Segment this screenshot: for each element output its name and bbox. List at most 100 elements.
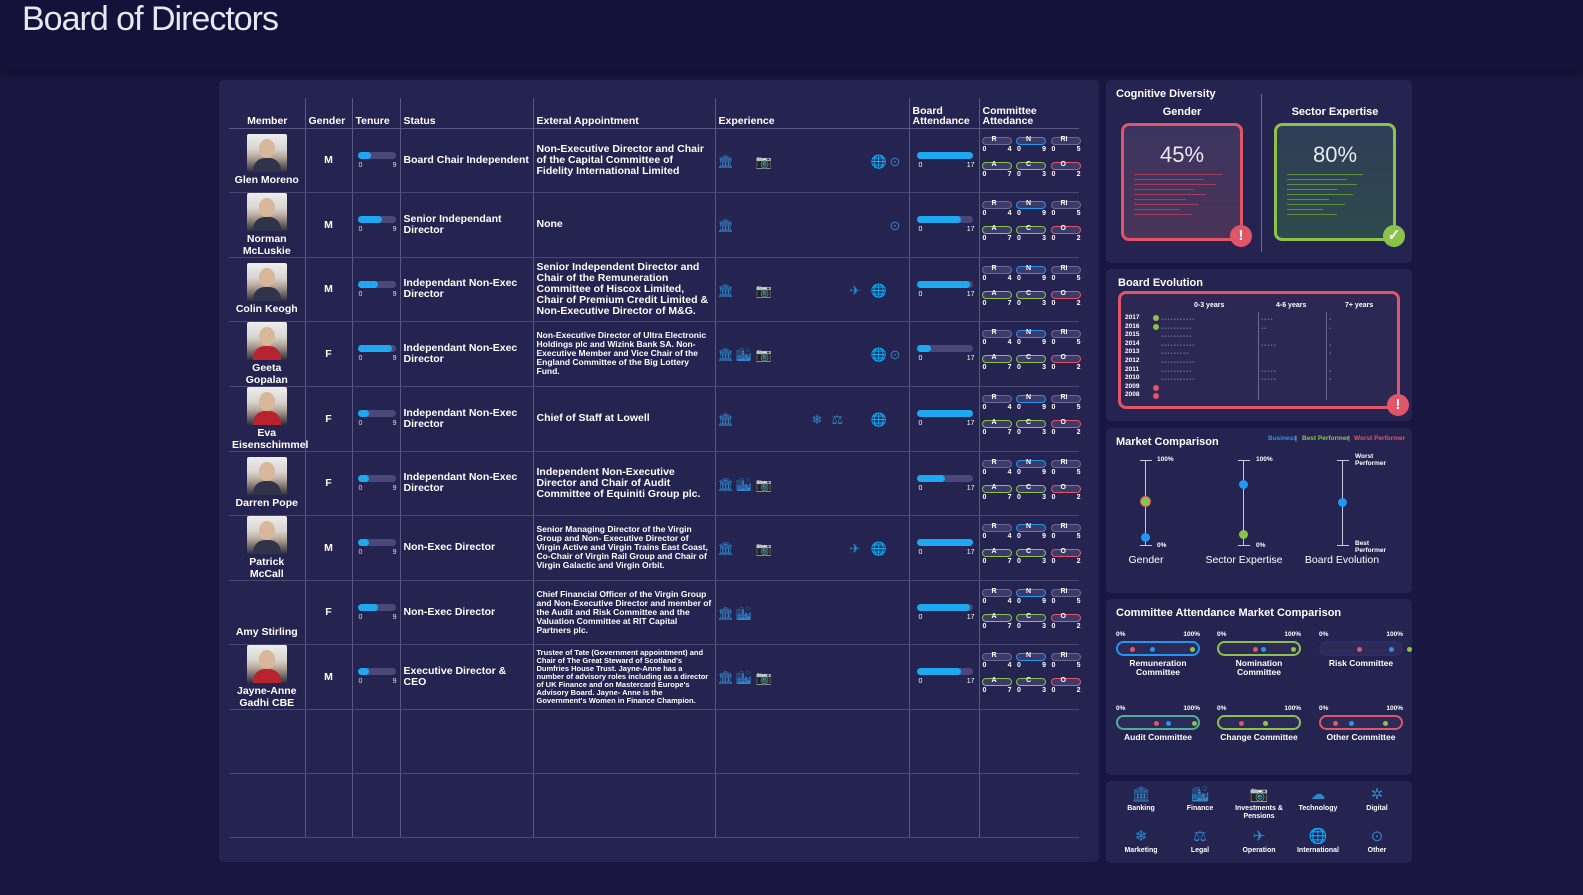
- member-name[interactable]: Colin Keogh: [232, 303, 302, 315]
- table-header-row: Member Gender Tenure Status Exteral Appo…: [229, 98, 1079, 129]
- external-appointment: Independent Non-Executive Director and C…: [533, 451, 716, 516]
- legend-item[interactable]: ✈ Operation: [1230, 829, 1288, 855]
- committee-c: C 0 3: [1016, 224, 1047, 242]
- table-row[interactable]: Colin Keogh M 09 Independant Non-Exec Di…: [229, 257, 1082, 322]
- legend-separator: |: [1348, 435, 1350, 442]
- legend-separator: |: [1295, 435, 1297, 442]
- table-row[interactable]: Geeta Gopalan F 09 Independant Non-Exec …: [229, 321, 1082, 387]
- investments-icon: 📷: [755, 346, 772, 362]
- committee-ri: RI 0 5: [1050, 588, 1082, 605]
- col-committee-attendance: Committee Attedance: [979, 98, 1079, 129]
- committee-ri: RI 0 5: [1050, 329, 1082, 346]
- sector-expertise-card[interactable]: 80% ✓: [1274, 123, 1405, 247]
- committee-max: 3: [1042, 557, 1046, 565]
- alert-icon: !: [1387, 394, 1409, 416]
- committee-min: 0: [1051, 622, 1056, 630]
- legend-item[interactable]: 🏛 Banking: [1112, 787, 1170, 813]
- external-appointment: Senior Managing Director of the Virgin G…: [533, 515, 716, 581]
- legend-item[interactable]: 🏙 Finance: [1171, 787, 1229, 813]
- member-name[interactable]: Amy Stirling: [232, 626, 302, 638]
- member-name[interactable]: Glen Moreno: [232, 174, 302, 186]
- committee-a: A 0 7: [981, 419, 1013, 436]
- member-name[interactable]: Geeta Gopalan: [232, 362, 302, 386]
- committee-min: 0: [1017, 363, 1021, 371]
- table-row[interactable]: Glen Moreno M 09 Board Chair Independent…: [229, 128, 1081, 193]
- legend-item[interactable]: 📷 Investments & Pensions: [1230, 787, 1288, 821]
- legend-best: Best Performer: [1302, 435, 1349, 442]
- committee-max: 2: [1076, 622, 1081, 630]
- legend-label: International: [1296, 847, 1339, 854]
- committee-bar: O: [1050, 612, 1081, 622]
- legend-item[interactable]: ⊙ Other: [1348, 829, 1406, 855]
- tenure-max: 9: [392, 290, 397, 298]
- experience-cell: 🏛 ⊙: [715, 192, 910, 258]
- committee-comparison[interactable]: 0% 100% Risk Committee: [1319, 631, 1412, 668]
- legend-item[interactable]: 🌐 International: [1289, 829, 1347, 855]
- member-name[interactable]: Jayne-Anne Gadhi CBE: [232, 685, 302, 709]
- committee-code: A: [991, 547, 997, 555]
- committee-code: RI: [1060, 651, 1068, 659]
- gender-diversity-card[interactable]: 45% !: [1121, 123, 1252, 247]
- comparison-marker: [1150, 647, 1155, 652]
- committee-bar: O: [1050, 548, 1081, 557]
- committee-max: 7: [1007, 622, 1012, 630]
- banking-icon: 🏛: [1131, 786, 1151, 803]
- board-table-panel: Member Gender Tenure Status Exteral Appo…: [219, 80, 1099, 862]
- committee-comparison[interactable]: 0% 100% Other Committee: [1319, 705, 1403, 742]
- legend-item[interactable]: ⚖ Legal: [1171, 829, 1229, 855]
- gender-value: F: [305, 451, 353, 516]
- evo-header-7plus: 7+ years: [1345, 302, 1374, 309]
- attendance-max: 17: [966, 549, 975, 556]
- committee-bar: O: [1050, 354, 1081, 363]
- committee-max: 7: [1007, 299, 1012, 307]
- committee-attendance-cell: R 04 N 09 RI 05 A 07 C 03 O 02: [979, 192, 1082, 258]
- international-icon: 🌐: [870, 153, 887, 169]
- banking-icon: 🏛: [717, 669, 735, 685]
- committee-r: R 0 4: [981, 136, 1013, 153]
- committee-max: 3: [1042, 622, 1046, 630]
- committee-code: R: [991, 264, 997, 272]
- legend-item[interactable]: ✲ Digital: [1348, 787, 1406, 813]
- table-row[interactable]: Jayne-Anne Gadhi CBE M 09 Executive Dire…: [229, 644, 1081, 710]
- legend-item[interactable]: ☁ Technology: [1289, 787, 1347, 813]
- member-name[interactable]: Norman McLuskie: [232, 233, 302, 257]
- committee-max: 3: [1042, 686, 1046, 694]
- committee-max: 9: [1042, 661, 1046, 669]
- evo-year: 2013: [1125, 348, 1140, 356]
- sector-axis-label: Sector Expertise: [1205, 554, 1283, 566]
- committee-comparison[interactable]: 0% 100% Nomination Committee: [1217, 631, 1301, 677]
- table-row[interactable]: Amy Stirling F 09 Non-Exec Director Chie…: [229, 580, 1082, 645]
- committee-min: 0: [982, 493, 987, 501]
- table-row[interactable]: Darren Pope F 09 Independant Non-Exec Di…: [229, 451, 1081, 516]
- avatar: [246, 644, 287, 683]
- table-row[interactable]: Eva Eisenschimmel F 09 Independant Non-E…: [229, 386, 1081, 452]
- attendance-min: 0: [918, 226, 923, 233]
- committee-code: O: [1060, 612, 1066, 620]
- committee-code: N: [1026, 458, 1032, 466]
- table-row[interactable]: Patrick McCall M 09 Non-Exec Director Se…: [229, 515, 1081, 581]
- committee-code: RI: [1060, 393, 1068, 401]
- committee-comparison[interactable]: 0% 100% Audit Committee: [1116, 705, 1200, 742]
- committee-comparison[interactable]: 0% 100% Remuneration Committee: [1116, 631, 1200, 677]
- committee-max: 2: [1076, 170, 1081, 178]
- committee-comparison[interactable]: 0% 100% Change Committee: [1217, 705, 1301, 742]
- committee-code: C: [1026, 224, 1032, 232]
- member-name[interactable]: Patrick McCall: [232, 556, 302, 580]
- legend-item[interactable]: ❄ Marketing: [1112, 829, 1170, 855]
- committee-ri: RI 0 5: [1050, 200, 1082, 217]
- member-name[interactable]: Darren Pope: [232, 497, 302, 509]
- table-row[interactable]: Norman McLuskie M 09 Senior Independant …: [229, 192, 1082, 258]
- committee-bar: N: [1016, 394, 1046, 403]
- committee-bar: R: [981, 394, 1012, 403]
- gender-value: M: [305, 192, 353, 258]
- avatar: [246, 192, 287, 231]
- committee-min: 0: [982, 145, 987, 153]
- comparison-marker: [1154, 721, 1159, 726]
- committee-ri: RI 0 5: [1050, 265, 1082, 282]
- tenure-cell: 09: [352, 257, 401, 322]
- member-name[interactable]: Eva Eisenschimmel: [232, 427, 308, 451]
- committee-n: N 0 9: [1016, 523, 1047, 540]
- international-icon: 🌐: [1308, 828, 1328, 845]
- comparison-marker: [1166, 721, 1171, 726]
- board-evolution-chart[interactable]: 0-3 years 4-6 years 7+ years 2017 2016 201…: [1118, 291, 1409, 416]
